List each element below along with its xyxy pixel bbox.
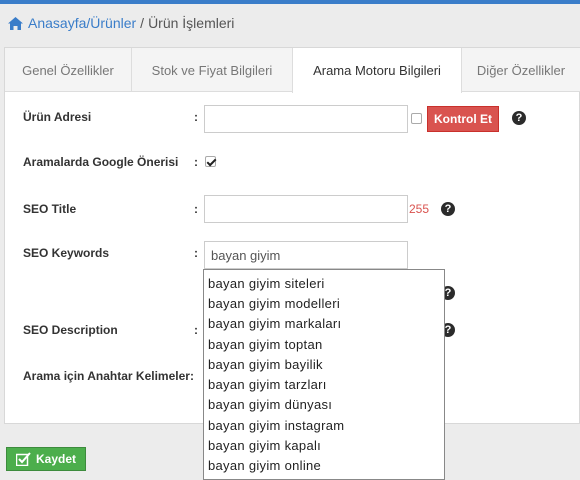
suggestion-item[interactable]: bayan giyim bayilik: [204, 354, 444, 374]
tab-arama-motoru[interactable]: Arama Motoru Bilgileri: [292, 48, 462, 93]
kontrol-et-button[interactable]: Kontrol Et: [427, 106, 499, 132]
checkbox-edit-icon: [15, 452, 31, 466]
suggestion-item[interactable]: bayan giyim tarzları: [204, 374, 444, 394]
breadcrumb: Anasayfa/Ürünler / Ürün İşlemleri: [8, 14, 234, 32]
breadcrumb-current: Ürün İşlemleri: [148, 15, 235, 31]
tab-diger-ozellikler[interactable]: Diğer Özellikler: [462, 48, 580, 92]
seo-title-counter: 255: [409, 202, 430, 216]
suggestion-item[interactable]: bayan giyim instagram: [204, 415, 444, 435]
colon: :: [194, 155, 198, 169]
tab-genel-ozellikler[interactable]: Genel Özellikler: [5, 48, 132, 92]
google-onerisi-label: Aramalarda Google Önerisi: [23, 155, 179, 169]
tab-label: Arama Motoru Bilgileri: [313, 63, 441, 78]
save-button-label: Kaydet: [35, 452, 76, 466]
tab-label: Diğer Özellikler: [476, 62, 566, 78]
help-icon[interactable]: ?: [512, 111, 526, 125]
seo-keywords-input[interactable]: bayan giyim: [204, 241, 408, 269]
seo-description-label: SEO Description: [23, 323, 118, 337]
seo-title-input[interactable]: [204, 195, 408, 223]
top-accent-bar: [0, 0, 580, 4]
suggestion-item[interactable]: bayan giyim dünyası: [204, 395, 444, 415]
breadcrumb-link[interactable]: Anasayfa/Ürünler: [28, 15, 136, 31]
help-icon[interactable]: ?: [441, 202, 455, 216]
tab-stok-fiyat[interactable]: Stok ve Fiyat Bilgileri: [132, 48, 293, 92]
suggestion-item[interactable]: bayan giyim markaları: [204, 314, 444, 334]
suggestion-item[interactable]: bayan giyim siteleri: [204, 273, 444, 293]
suggestion-item[interactable]: bayan giyim kapalı: [204, 435, 444, 455]
save-button[interactable]: Kaydet: [6, 447, 86, 471]
suggestion-item[interactable]: bayan giyim toptan: [204, 334, 444, 354]
suggestion-item[interactable]: bayan giyim modelleri: [204, 293, 444, 313]
tab-bar: Genel Özellikler Stok ve Fiyat Bilgileri…: [5, 48, 580, 93]
breadcrumb-separator: /: [140, 15, 145, 31]
home-icon[interactable]: [8, 16, 23, 30]
keyword-suggestions-dropdown: bayan giyim siteleri bayan giyim modelle…: [203, 269, 445, 480]
seo-keywords-label: SEO Keywords: [23, 246, 110, 260]
colon: :: [194, 110, 198, 124]
urun-adresi-label: Ürün Adresi: [23, 110, 92, 124]
colon: :: [194, 202, 198, 216]
google-onerisi-checkbox[interactable]: [205, 156, 216, 167]
colon: :: [194, 323, 198, 337]
suggestion-item[interactable]: bayan giyim online: [204, 456, 444, 476]
urun-adresi-checkbox[interactable]: [411, 113, 422, 124]
urun-adresi-input[interactable]: [204, 105, 408, 133]
seo-title-label: SEO Title: [23, 202, 77, 216]
tab-label: Stok ve Fiyat Bilgileri: [151, 62, 273, 78]
colon: :: [194, 246, 198, 260]
anahtar-kelimeler-label: Arama için Anahtar Kelimeler:: [23, 369, 194, 383]
tab-label: Genel Özellikler: [22, 62, 114, 78]
